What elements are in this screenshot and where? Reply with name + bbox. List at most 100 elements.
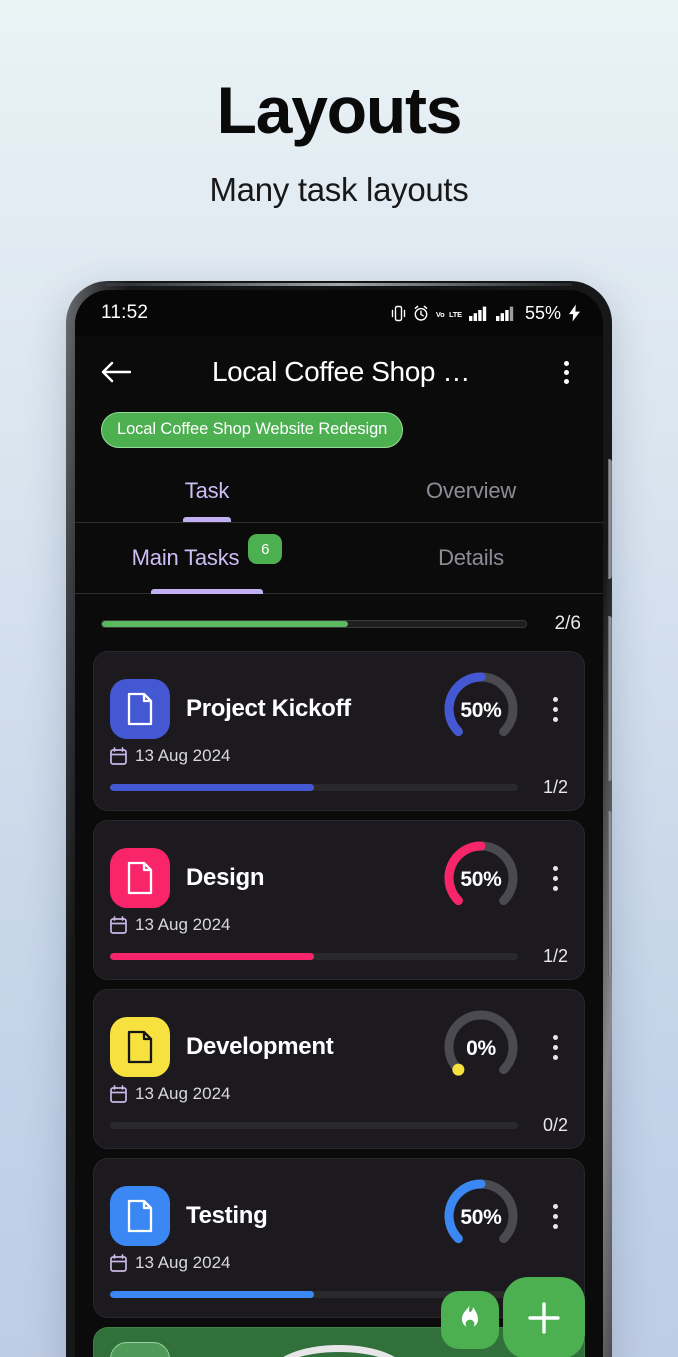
- task-progress-percent: 50%: [460, 699, 502, 722]
- phone-side-button-mute[interactable]: [608, 459, 612, 579]
- task-card-header: Testing 50%: [110, 1173, 568, 1259]
- task-card[interactable]: Design 50% 13 Aug 2024 1/2: [93, 820, 585, 980]
- task-due-date-text: 13 Aug 2024: [135, 915, 231, 934]
- task-progress-bar: [110, 1122, 518, 1129]
- tab-details[interactable]: Details: [339, 523, 603, 593]
- promo-title: Layouts: [216, 73, 463, 147]
- overall-progress-bar: [101, 620, 527, 628]
- volte-label-top: Vo: [435, 310, 445, 319]
- task-title: Testing: [186, 1202, 268, 1229]
- app-bar: Local Coffee Shop …: [75, 336, 603, 408]
- task-title: Design: [186, 864, 265, 891]
- task-progress-gauge: 50%: [438, 835, 524, 921]
- tab-overview-label: Overview: [425, 478, 517, 503]
- battery-percent-label: 55%: [524, 302, 561, 323]
- vibrate-icon: [391, 305, 406, 322]
- task-subtask-progress-row: 1/2: [110, 946, 568, 967]
- task-subtask-progress-row: 1/2: [110, 1284, 568, 1305]
- task-progress-fill: [110, 1291, 314, 1298]
- task-progress-bar: [110, 784, 518, 791]
- flame-icon: [462, 1305, 478, 1329]
- main-tasks-count-badge: 6: [248, 534, 283, 564]
- secondary-tab-bar: Main Tasks 6 Details: [75, 522, 603, 594]
- tab-overview[interactable]: Overview: [339, 460, 603, 522]
- status-bar-clock: 11:52: [101, 302, 149, 323]
- task-type-icon: [110, 679, 170, 739]
- tab-task[interactable]: Task: [75, 460, 339, 522]
- kebab-menu-icon: [552, 865, 558, 871]
- page-title: Local Coffee Shop …: [211, 356, 471, 387]
- phone-side-button-volume[interactable]: [608, 616, 612, 781]
- document-icon: [127, 861, 153, 895]
- phone-frame: 11:52 Vo LTE 55% Local Coffee Shop … Loc…: [66, 281, 612, 1357]
- task-progress-gauge: 50%: [438, 666, 524, 752]
- calendar-icon: [110, 1085, 127, 1103]
- task-card-header: Project Kickoff 50%: [110, 666, 568, 752]
- volte-label-bottom: LTE: [448, 310, 462, 319]
- project-chip[interactable]: Local Coffee Shop Website Redesign: [101, 412, 404, 448]
- task-progress-percent: 50%: [460, 868, 502, 891]
- plus-icon: [528, 1302, 560, 1334]
- phone-top-edge: [106, 283, 572, 286]
- kebab-menu-icon: [552, 696, 558, 702]
- task-overflow-button[interactable]: [542, 865, 568, 891]
- task-subtask-progress-row: 1/2: [110, 777, 568, 798]
- calendar-icon: [110, 747, 127, 765]
- project-chip-row: Local Coffee Shop Website Redesign: [75, 408, 603, 460]
- task-list: Project Kickoff 50% 13 Aug 2024 1/2 Desi…: [75, 651, 603, 1357]
- task-due-date-text: 13 Aug 2024: [135, 1253, 231, 1272]
- promo-header: Layouts Many task layouts: [0, 0, 678, 209]
- primary-tab-bar: Task Overview: [75, 460, 603, 522]
- task-subtask-count: 1/2: [542, 777, 568, 797]
- signal-icon: [495, 305, 516, 321]
- task-type-icon: [110, 1017, 170, 1077]
- kebab-menu-icon: [552, 1034, 558, 1040]
- phone-screen: 11:52 Vo LTE 55% Local Coffee Shop … Loc…: [75, 290, 603, 1357]
- task-card[interactable]: Development 0% 13 Aug 2024 0/2: [93, 989, 585, 1149]
- kebab-menu-icon: [563, 360, 569, 366]
- document-icon: [127, 692, 153, 726]
- volte-icon: Vo LTE: [436, 304, 462, 322]
- tab-main-tasks-indicator: [151, 589, 263, 594]
- task-title: Project Kickoff: [186, 695, 351, 722]
- task-due-date-text: 13 Aug 2024: [135, 746, 231, 765]
- back-button[interactable]: [99, 355, 133, 389]
- overall-progress-count: 2/6: [554, 613, 581, 634]
- task-subtask-count: 1/2: [542, 946, 568, 966]
- alarm-icon: [413, 305, 429, 322]
- task-card[interactable]: Project Kickoff 50% 13 Aug 2024 1/2: [93, 651, 585, 811]
- arrow-left-icon: [101, 361, 131, 383]
- calendar-icon: [110, 916, 127, 934]
- overflow-menu-button[interactable]: [549, 355, 583, 389]
- task-type-icon: [110, 848, 170, 908]
- streak-fab-button[interactable]: [441, 1291, 499, 1349]
- task-overflow-button[interactable]: [542, 696, 568, 722]
- task-subtask-count: 0/2: [542, 1115, 568, 1135]
- task-type-icon: [110, 1186, 170, 1246]
- task-card-header: Development 0%: [110, 1004, 568, 1090]
- tab-details-label: Details: [438, 545, 504, 570]
- task-subtask-progress-row: 0/2: [110, 1115, 568, 1136]
- task-progress-fill: [110, 953, 314, 960]
- tab-main-tasks[interactable]: Main Tasks 6: [75, 523, 339, 594]
- task-progress-gauge: 0%: [438, 1004, 524, 1090]
- tab-task-label: Task: [184, 478, 230, 503]
- charging-bolt-icon: [568, 304, 581, 322]
- task-progress-percent: 0%: [466, 1037, 496, 1060]
- tab-main-tasks-label: Main Tasks: [131, 545, 240, 570]
- status-bar: 11:52 Vo LTE 55%: [75, 290, 603, 336]
- add-task-fab-button[interactable]: [503, 1277, 585, 1357]
- status-bar-icons: Vo LTE 55%: [391, 303, 581, 324]
- task-progress-percent: 50%: [460, 1206, 502, 1229]
- document-icon: [127, 1199, 153, 1233]
- task-completed-icon: [110, 1342, 170, 1357]
- task-progress-gauge: 50%: [438, 1173, 524, 1259]
- task-overflow-button[interactable]: [542, 1203, 568, 1229]
- document-icon: [127, 1030, 153, 1064]
- task-title: Development: [186, 1033, 334, 1060]
- kebab-menu-icon: [552, 1203, 558, 1209]
- task-due-date-text: 13 Aug 2024: [135, 1084, 231, 1103]
- task-overflow-button[interactable]: [542, 1034, 568, 1060]
- phone-side-button-power[interactable]: [608, 811, 612, 976]
- task-progress-bar: [110, 953, 518, 960]
